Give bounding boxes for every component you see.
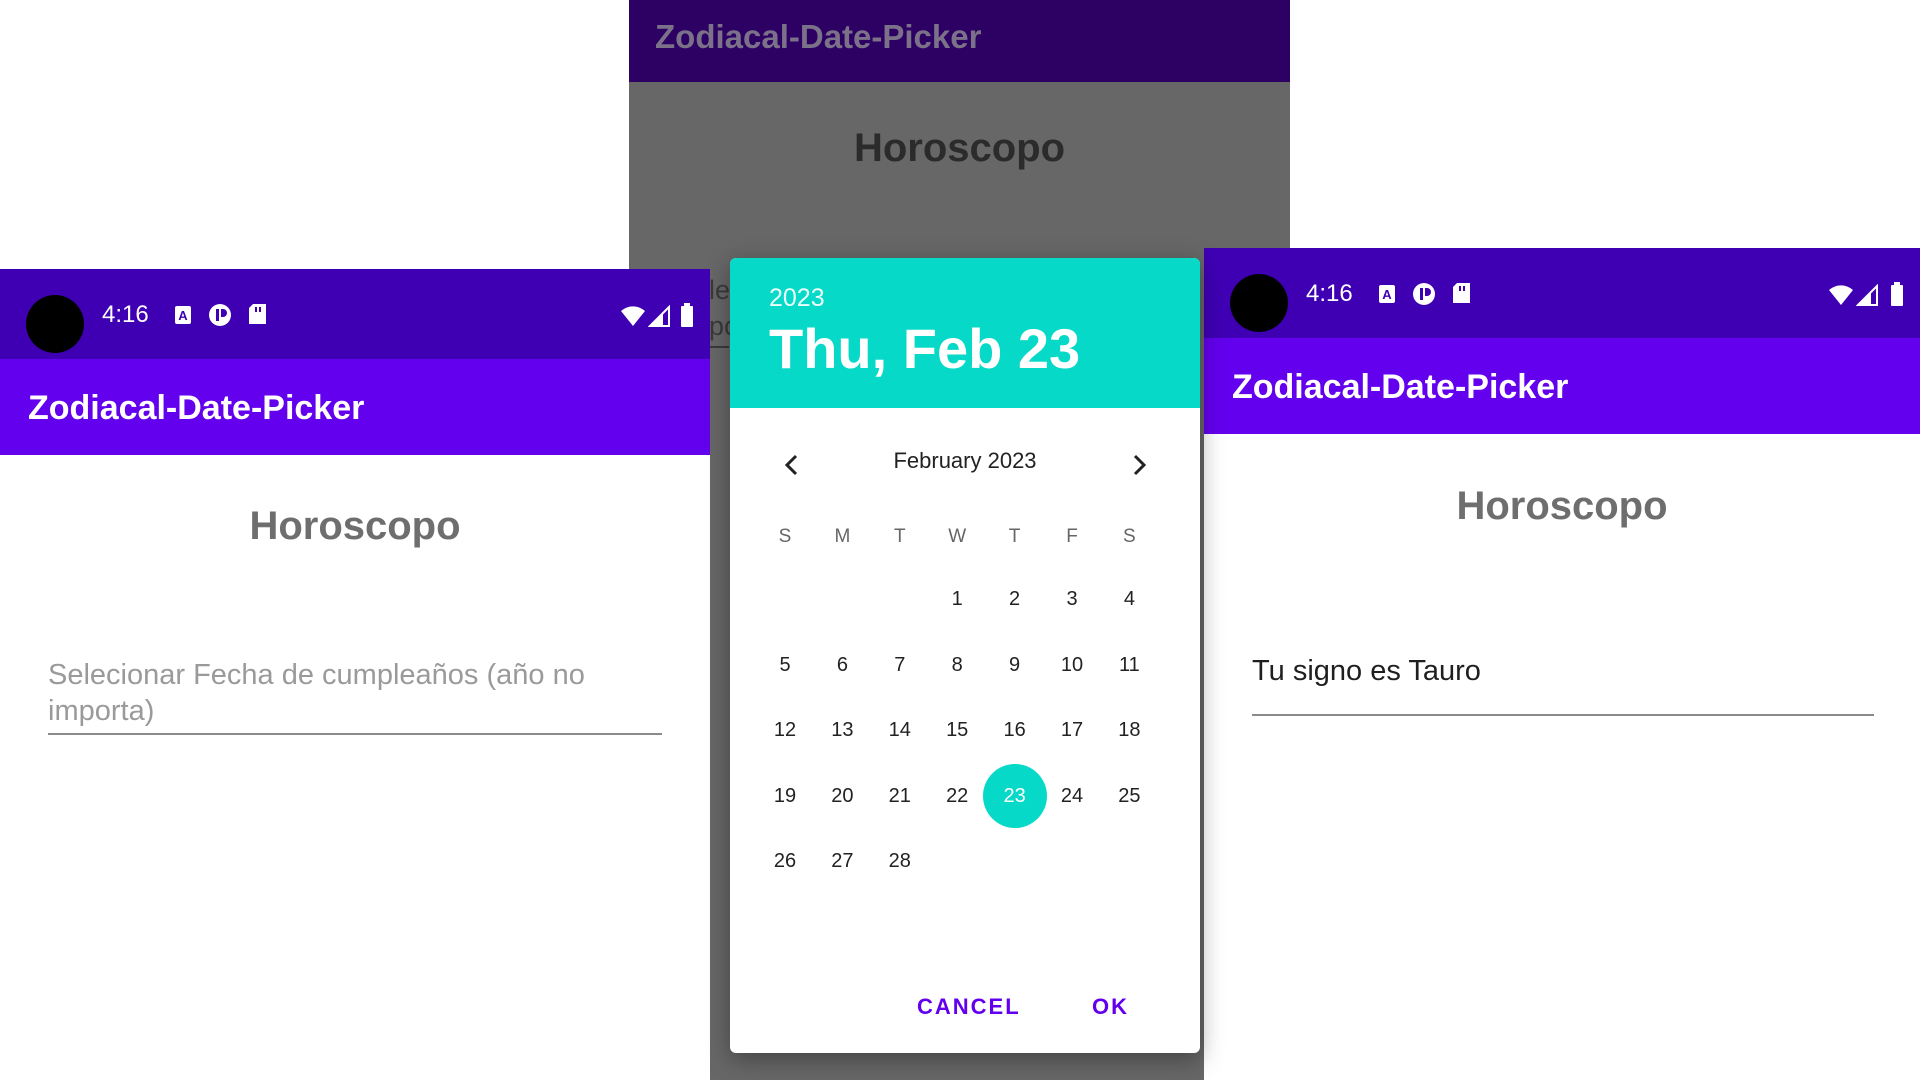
calendar-day[interactable]: 4 (1100, 570, 1158, 628)
text-a-icon: A (175, 306, 191, 324)
app-bar: Zodiacal-Date-Picker (629, 0, 1290, 82)
text-a-icon: A (1379, 285, 1395, 303)
app-bar: Zodiacal-Date-Picker (0, 359, 710, 455)
ok-button[interactable]: OK (1092, 994, 1129, 1020)
calendar-day[interactable]: 11 (1100, 636, 1158, 694)
camera-cutout (26, 295, 84, 353)
cancel-button[interactable]: CANCEL (917, 994, 1021, 1020)
screen-heading: Horoscopo (1456, 484, 1668, 528)
weekday-label: S (778, 526, 792, 547)
calendar-day[interactable]: 1 (928, 570, 986, 628)
status-time: 4:16 (1306, 280, 1353, 307)
header-date[interactable]: Thu, Feb 23 (769, 316, 1080, 381)
screen-heading: Horoscopo (853, 126, 1066, 170)
calendar-day[interactable]: 3 (1043, 570, 1101, 628)
calendar-day[interactable]: 9 (986, 636, 1044, 694)
calendar-day[interactable]: 10 (1043, 636, 1101, 694)
birthday-date-field[interactable]: Selecionar Fecha de cumpleaños (año no i… (48, 657, 648, 729)
sd-card-icon (1453, 283, 1470, 303)
wifi-icon (1829, 285, 1853, 305)
calendar-day[interactable]: 26 (756, 832, 814, 890)
weekday-label: S (1123, 526, 1136, 547)
calendar-day[interactable]: 24 (1043, 767, 1101, 825)
calendar-day[interactable]: 12 (756, 701, 814, 759)
status-bar: 4:16 A (0, 269, 710, 359)
date-picker-dialog: 2023 Thu, Feb 23 February 2023 SMTWTFS12… (730, 258, 1200, 1053)
app-bar: Zodiacal-Date-Picker (1204, 338, 1920, 434)
battery-icon (1891, 282, 1903, 306)
calendar-day[interactable]: 16 (986, 701, 1044, 759)
signal-icon (1856, 284, 1878, 306)
pocket-icon (209, 304, 231, 326)
calendar-day[interactable]: 21 (871, 767, 929, 825)
weekday-label: W (948, 526, 967, 547)
status-time: 4:16 (102, 301, 149, 328)
calendar-day[interactable]: 18 (1100, 701, 1158, 759)
calendar-day[interactable]: 19 (756, 767, 814, 825)
calendar-day[interactable]: 6 (813, 636, 871, 694)
field-underline (709, 346, 729, 348)
calendar-day[interactable]: 27 (813, 832, 871, 890)
chevron-right-icon[interactable] (1117, 443, 1161, 487)
calendar-day[interactable]: 13 (813, 701, 871, 759)
weekday-label: T (893, 526, 906, 547)
field-underline (48, 733, 662, 735)
left-screen: 4:16 A Zodiacal-Date-Picker Horoscopo Se… (0, 269, 710, 1080)
weekday-label: F (1066, 526, 1078, 547)
sd-card-icon (249, 304, 266, 324)
calendar-day[interactable]: 2 (986, 570, 1044, 628)
header-year[interactable]: 2023 (769, 284, 825, 313)
svg-text:A: A (1382, 287, 1392, 302)
app-title: Zodiacal-Date-Picker (28, 389, 365, 427)
screen-heading: Horoscopo (249, 504, 461, 548)
zodiac-result-field[interactable]: Tu signo es Tauro (1252, 653, 1872, 689)
right-screen: 4:16 A Zodiacal-Date-Picker Horoscopo Tu… (1204, 248, 1920, 1080)
weekday-label: T (1008, 526, 1021, 547)
calendar-day[interactable]: 5 (756, 636, 814, 694)
app-title: Zodiacal-Date-Picker (1232, 368, 1569, 406)
calendar-day[interactable]: 8 (928, 636, 986, 694)
signal-icon (648, 305, 670, 327)
battery-icon (681, 303, 693, 327)
status-bar: 4:16 A (1204, 248, 1920, 338)
calendar-day[interactable]: 17 (1043, 701, 1101, 759)
svg-text:A: A (178, 308, 188, 323)
calendar-day[interactable]: 15 (928, 701, 986, 759)
wifi-icon (621, 306, 645, 326)
weekday-label: M (834, 526, 851, 547)
app-title: Zodiacal-Date-Picker (655, 18, 982, 55)
calendar-day[interactable]: 7 (871, 636, 929, 694)
pocket-icon (1413, 283, 1435, 305)
calendar-day[interactable]: 25 (1100, 767, 1158, 825)
dialog-header: 2023 Thu, Feb 23 (730, 258, 1200, 408)
calendar-day[interactable]: 28 (871, 832, 929, 890)
camera-cutout (1230, 274, 1288, 332)
calendar-day[interactable]: 22 (928, 767, 986, 825)
field-underline (1252, 714, 1874, 716)
calendar-day[interactable]: 20 (813, 767, 871, 825)
calendar-day-selected[interactable]: 23 (982, 763, 1047, 828)
calendar-day[interactable]: 14 (871, 701, 929, 759)
